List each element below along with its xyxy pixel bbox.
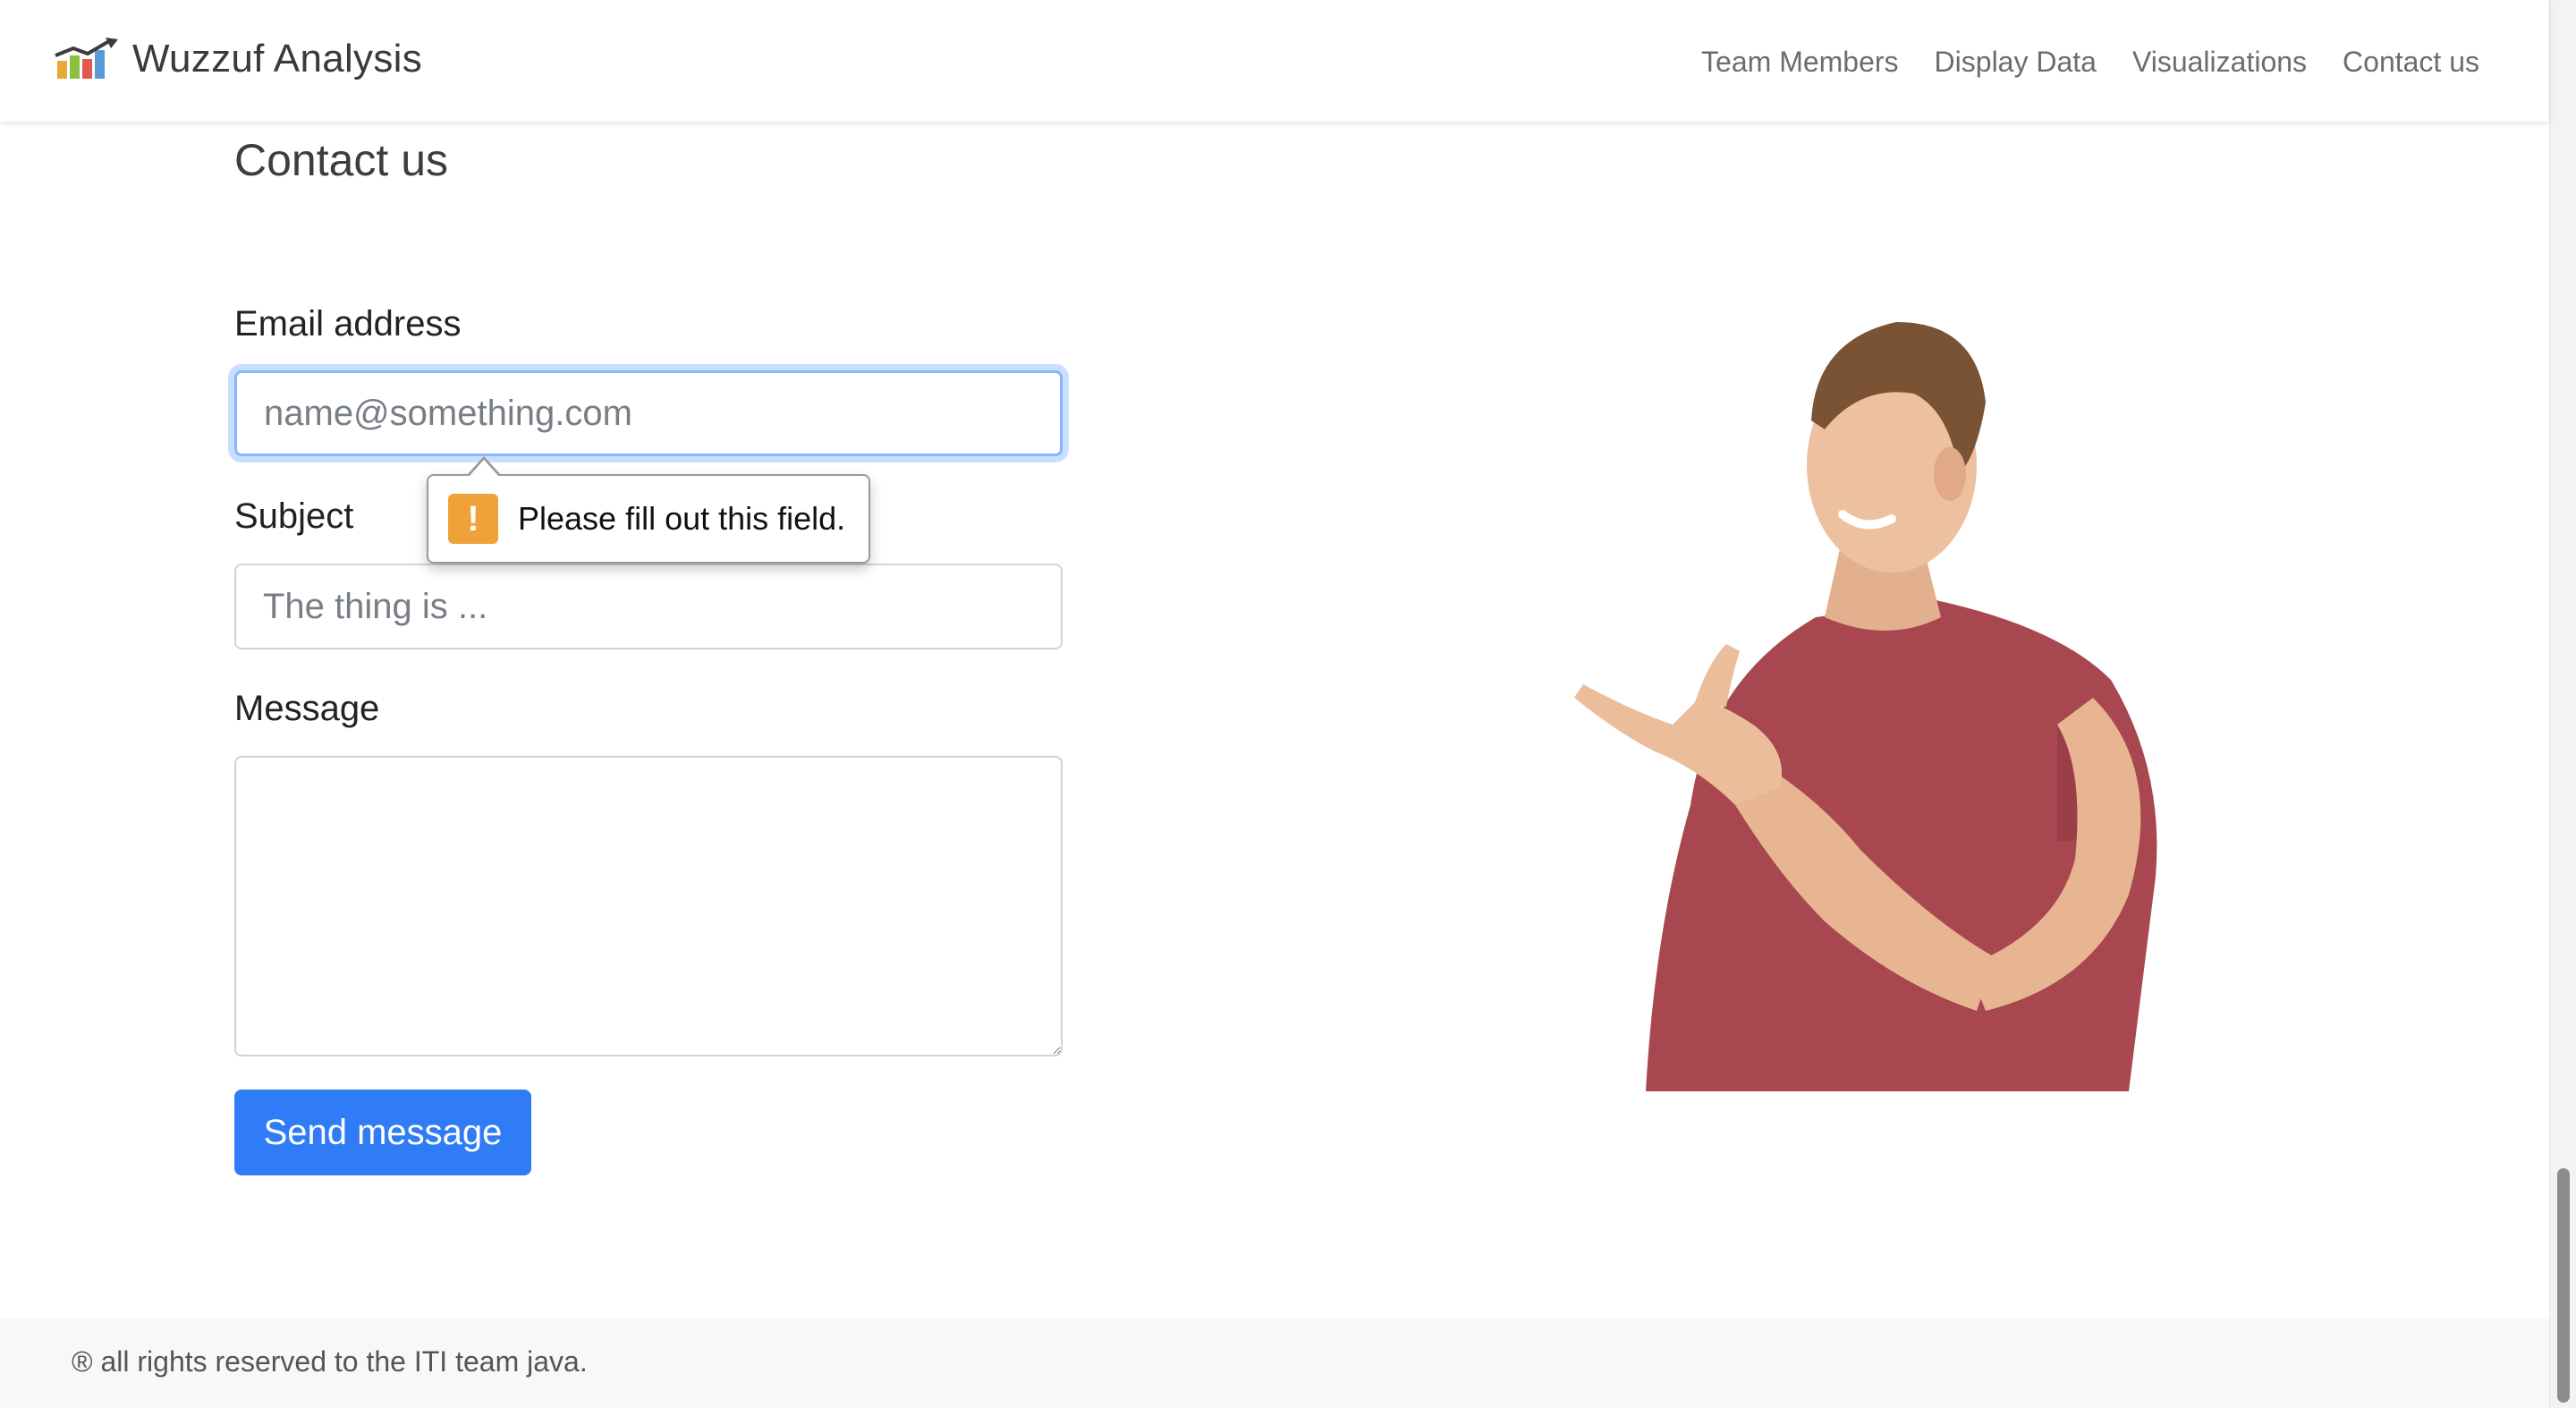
footer: ® all rights reserved to the ITI team ja…: [0, 1319, 2549, 1408]
nav-link-team-members[interactable]: Team Members: [1701, 39, 1899, 84]
scrollbar-thumb[interactable]: [2557, 1168, 2570, 1403]
send-message-button[interactable]: Send message: [234, 1090, 531, 1175]
validation-tooltip: ! Please fill out this field.: [427, 456, 870, 564]
validation-message: Please fill out this field.: [518, 500, 846, 537]
subject-label: Subject: [234, 496, 354, 536]
brand[interactable]: Wuzzuf Analysis: [54, 32, 422, 86]
nav-link-visualizations[interactable]: Visualizations: [2132, 39, 2307, 84]
message-textarea[interactable]: [234, 756, 1063, 1056]
nav-link-contact-us[interactable]: Contact us: [2343, 39, 2479, 84]
page-scrollbar[interactable]: [2549, 0, 2576, 1408]
man-pointing-illustration: [1574, 322, 2157, 1091]
brand-title: Wuzzuf Analysis: [132, 37, 423, 81]
top-navbar: Wuzzuf Analysis Team Members Display Dat…: [0, 0, 2549, 122]
subject-field[interactable]: [234, 564, 1063, 649]
footer-copyright: ® all rights reserved to the ITI team ja…: [72, 1345, 588, 1378]
main-nav: Team Members Display Data Visualizations…: [1665, 39, 2479, 84]
email-label: Email address: [234, 304, 462, 344]
warning-icon: !: [448, 494, 498, 544]
nav-link-display-data[interactable]: Display Data: [1935, 39, 2097, 84]
email-field[interactable]: [234, 370, 1063, 456]
bar-chart-trend-icon: [55, 38, 118, 79]
page-title: Contact us: [234, 135, 449, 185]
message-label: Message: [234, 689, 380, 728]
